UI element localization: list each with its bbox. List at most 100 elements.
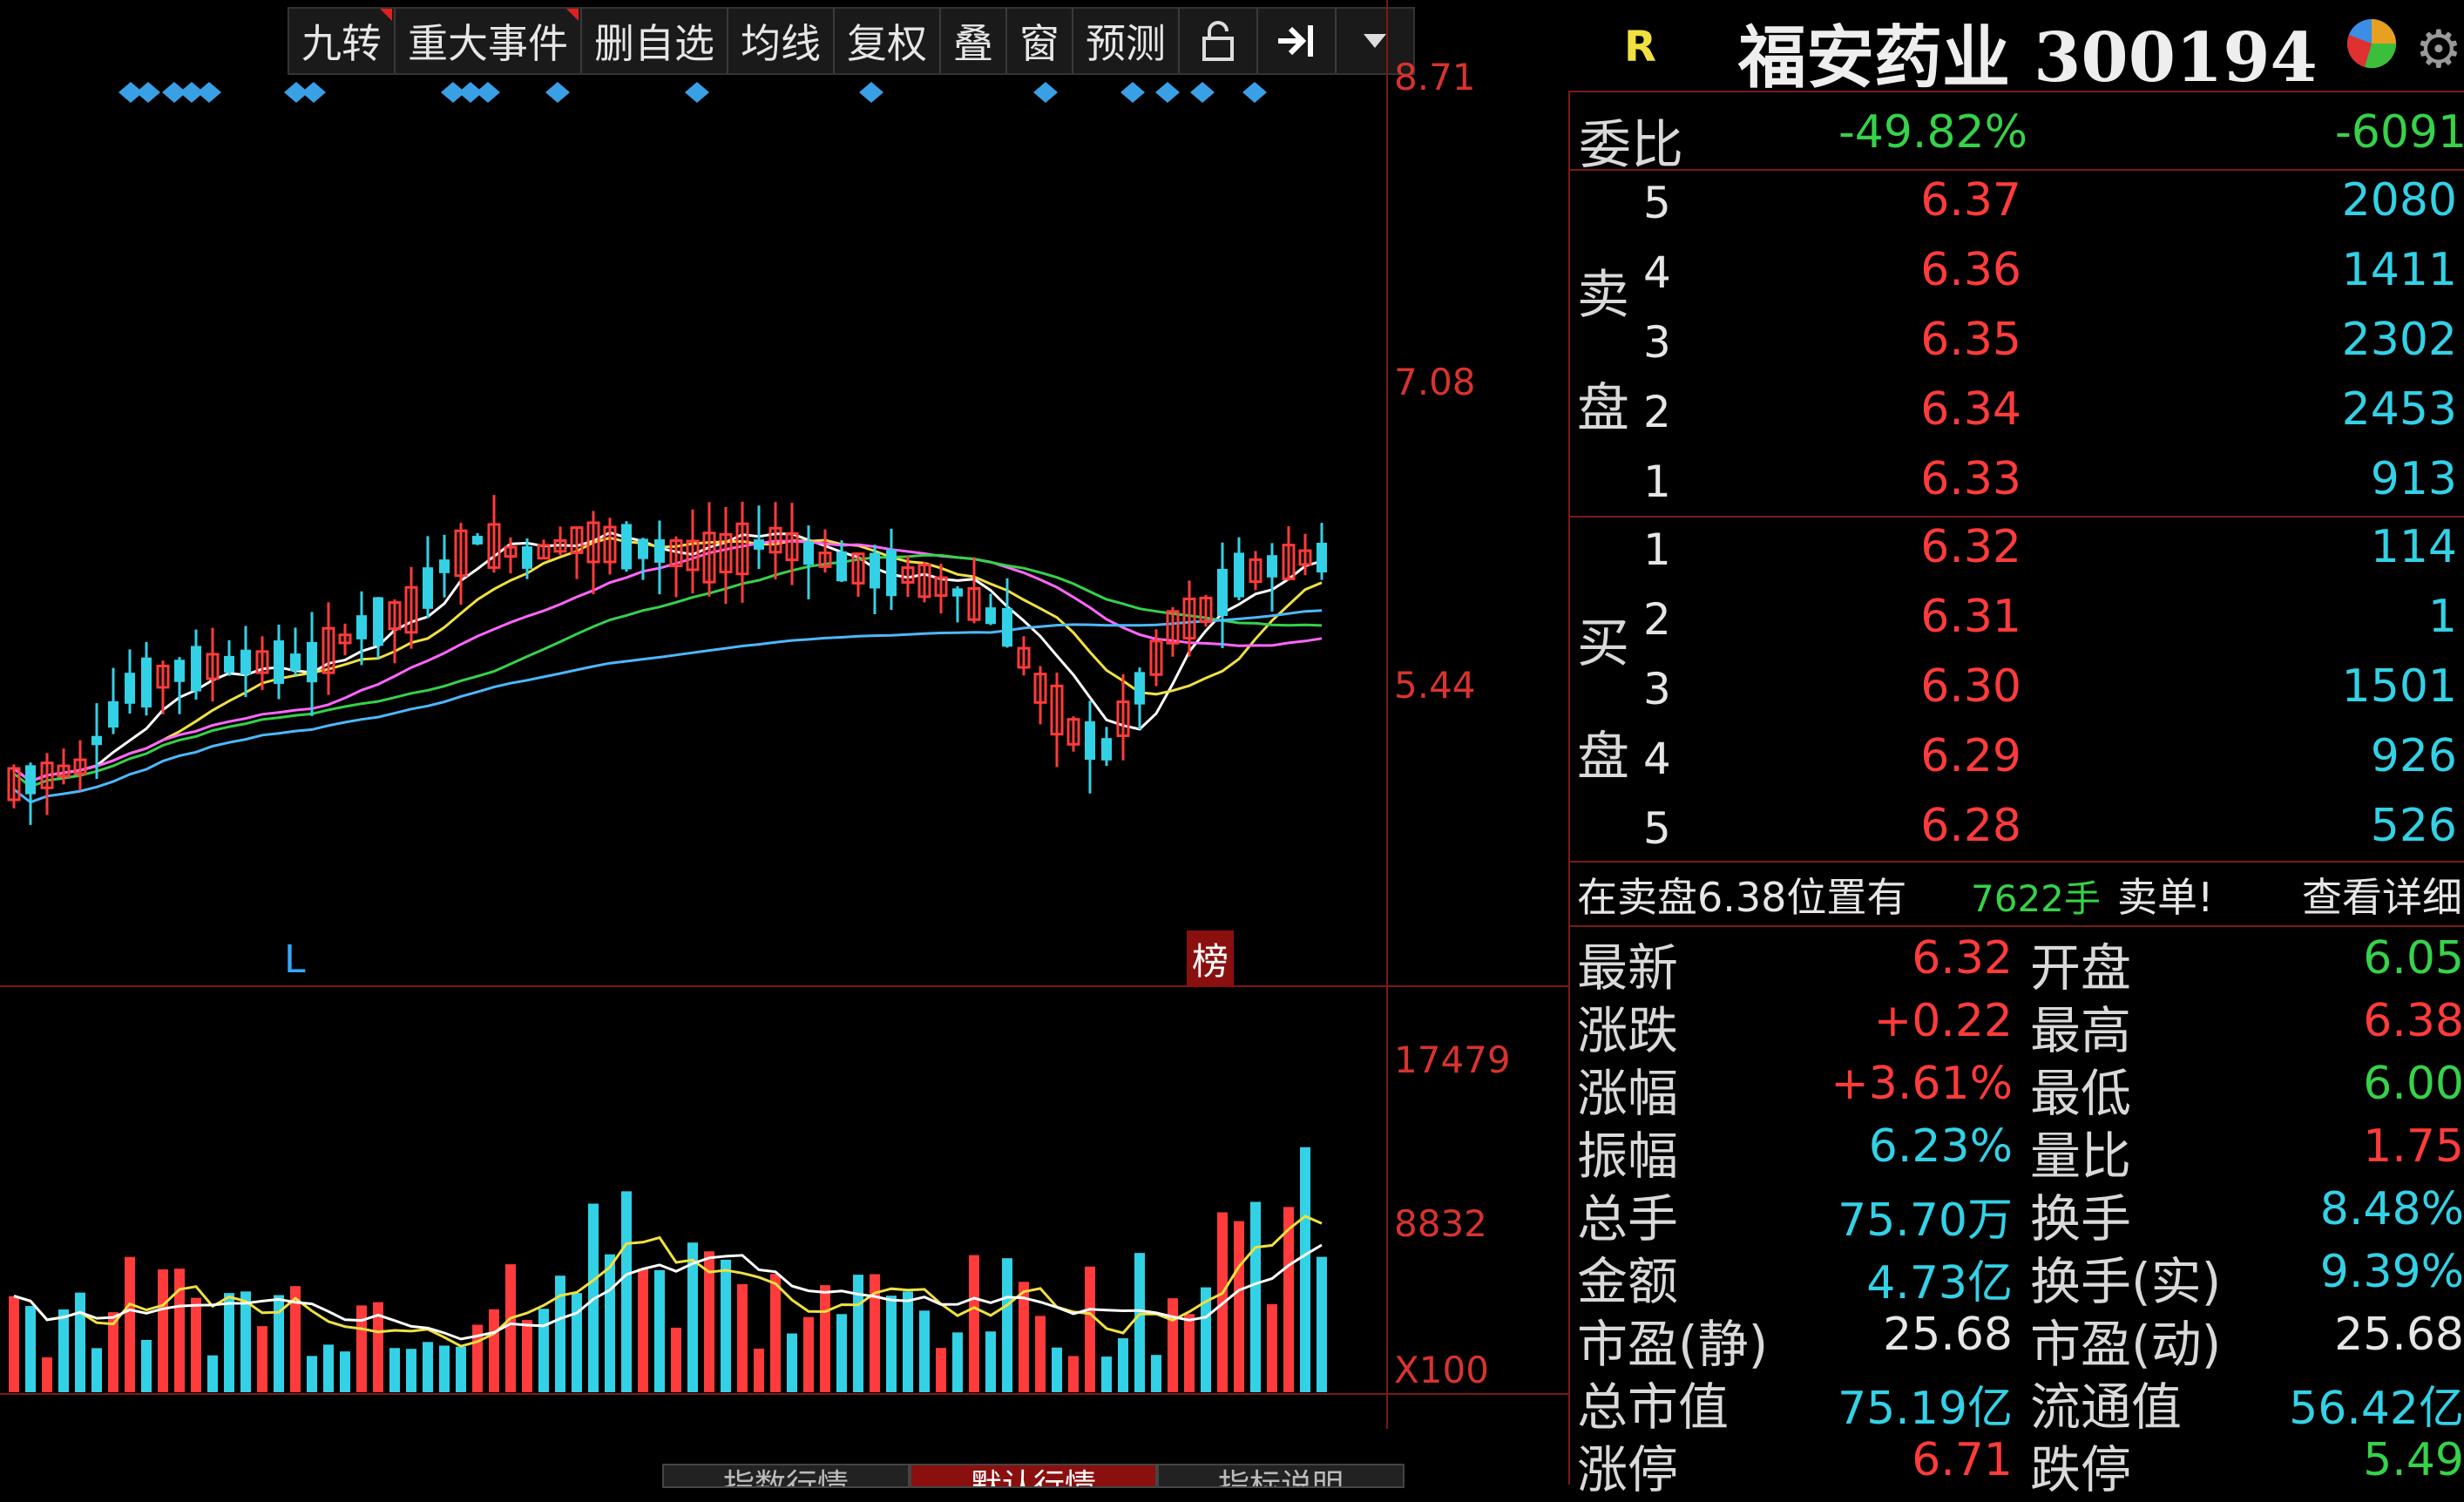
quote-value: +0.22	[1873, 995, 2013, 1047]
volume-bar	[555, 1275, 565, 1392]
sell-volume: 2080	[2341, 174, 2457, 227]
volume-bar	[1035, 1316, 1046, 1392]
volume-bar	[174, 1269, 185, 1392]
volume-bar	[803, 1316, 814, 1392]
buy-price: 6.30	[1920, 660, 2021, 713]
volume-axis-mid: 8832	[1394, 1202, 1487, 1245]
buy-volume: 114	[2370, 521, 2457, 573]
signal-diamond	[1242, 82, 1267, 103]
candlestick-chart[interactable]	[0, 0, 1568, 1485]
candle-body	[836, 551, 847, 582]
sell-volume: 2453	[2341, 383, 2457, 436]
volume-bar	[224, 1293, 234, 1392]
signal-diamond	[476, 82, 500, 103]
gear-icon[interactable]: ⚙	[2415, 19, 2462, 80]
candle-body	[25, 765, 36, 795]
quote-value: 9.39%	[2319, 1246, 2464, 1298]
candle-body	[654, 539, 665, 563]
volume-bar	[936, 1348, 946, 1392]
volume-bar	[638, 1269, 648, 1392]
volume-bar	[1151, 1355, 1161, 1392]
signal-diamond	[1120, 82, 1145, 103]
signal-diamond	[685, 82, 709, 103]
candle-body	[191, 646, 201, 692]
buy-volume: 526	[2370, 800, 2457, 852]
volume-bar	[307, 1356, 317, 1392]
quote-value: 75.19亿	[1838, 1383, 2013, 1435]
volume-bar	[969, 1255, 979, 1392]
volume-bar	[1002, 1258, 1012, 1392]
candle-body	[423, 567, 433, 609]
volume-bar	[1184, 1314, 1195, 1392]
volume-bar	[654, 1269, 665, 1392]
candle-body	[108, 700, 118, 728]
quote-value: 6.71	[1912, 1434, 2013, 1486]
pie-chart-icon[interactable]	[2344, 16, 2400, 75]
volume-bar	[572, 1293, 582, 1392]
sell-volume: 913	[2370, 453, 2457, 505]
volume-ma-5	[13, 1214, 1323, 1348]
volume-bar	[621, 1191, 632, 1392]
candle-body	[754, 539, 764, 550]
quote-value: 1.75	[2363, 1120, 2464, 1173]
sell-level-4: 4	[1643, 247, 1671, 298]
volume-bar	[1101, 1357, 1112, 1392]
candle-body	[522, 546, 532, 569]
volume-bar	[207, 1355, 218, 1392]
volume-bar	[456, 1346, 466, 1392]
quote-value: 8.48%	[2319, 1183, 2464, 1235]
buy-volume: 1501	[2341, 660, 2457, 713]
sell-level-1: 1	[1643, 457, 1671, 507]
volume-bar	[985, 1331, 996, 1392]
buy-volume: 926	[2370, 730, 2457, 782]
volume-bar	[605, 1254, 615, 1392]
volume-bar	[1267, 1303, 1277, 1392]
quote-value: 6.38	[2363, 995, 2464, 1047]
volume-ma-10	[13, 1243, 1323, 1341]
quote-value: 56.42亿	[2289, 1383, 2464, 1435]
candle-body	[141, 657, 152, 707]
quote-value: 5.49	[2363, 1434, 2464, 1486]
marker-bang[interactable]: 榜	[1187, 930, 1235, 987]
sell-price: 6.34	[1920, 383, 2021, 436]
candle-body	[1085, 721, 1095, 761]
sell-label-1: 卖	[1577, 265, 1629, 326]
buy-level-5: 5	[1643, 803, 1671, 854]
volume-bar	[240, 1291, 251, 1392]
volume-bar	[903, 1291, 913, 1392]
signal-diamond	[1190, 82, 1215, 103]
volume-bar	[75, 1292, 85, 1392]
volume-bar	[522, 1320, 532, 1392]
volume-bar	[1283, 1207, 1294, 1392]
candle-body	[621, 524, 632, 570]
volume-bar	[820, 1285, 830, 1392]
notice-detail-link[interactable]: 查看详细	[2302, 866, 2462, 924]
volume-bar	[340, 1351, 350, 1392]
volume-bar	[9, 1296, 19, 1392]
candles	[7, 495, 1327, 825]
sell-label-2: 盘	[1577, 378, 1629, 439]
candle-body	[1217, 568, 1228, 617]
candle-body	[356, 615, 367, 639]
ma-line-10	[13, 536, 1323, 783]
volume-bar	[389, 1348, 400, 1392]
candle-body	[274, 640, 284, 684]
candle-body	[1134, 672, 1145, 705]
volume-bar	[737, 1283, 748, 1392]
ma-lines	[13, 531, 1323, 804]
volume-bar	[1317, 1256, 1327, 1392]
notice-amount: 7622手	[1971, 877, 2101, 920]
volume-bar	[257, 1326, 267, 1392]
candle-body	[1002, 607, 1012, 647]
weibi-diff: -6091	[2335, 106, 2464, 159]
volume-bar	[1234, 1221, 1244, 1392]
volume-bar	[1052, 1347, 1062, 1392]
volume-bar	[671, 1327, 681, 1392]
volume-axis-high: 17479	[1394, 1039, 1511, 1081]
buy-level-2: 2	[1643, 594, 1671, 645]
volume-bar	[919, 1310, 930, 1392]
quote-value: 75.70万	[1838, 1194, 2013, 1247]
candle-body	[290, 653, 301, 671]
volume-bar	[1118, 1338, 1128, 1392]
ma-line-60	[13, 609, 1323, 804]
